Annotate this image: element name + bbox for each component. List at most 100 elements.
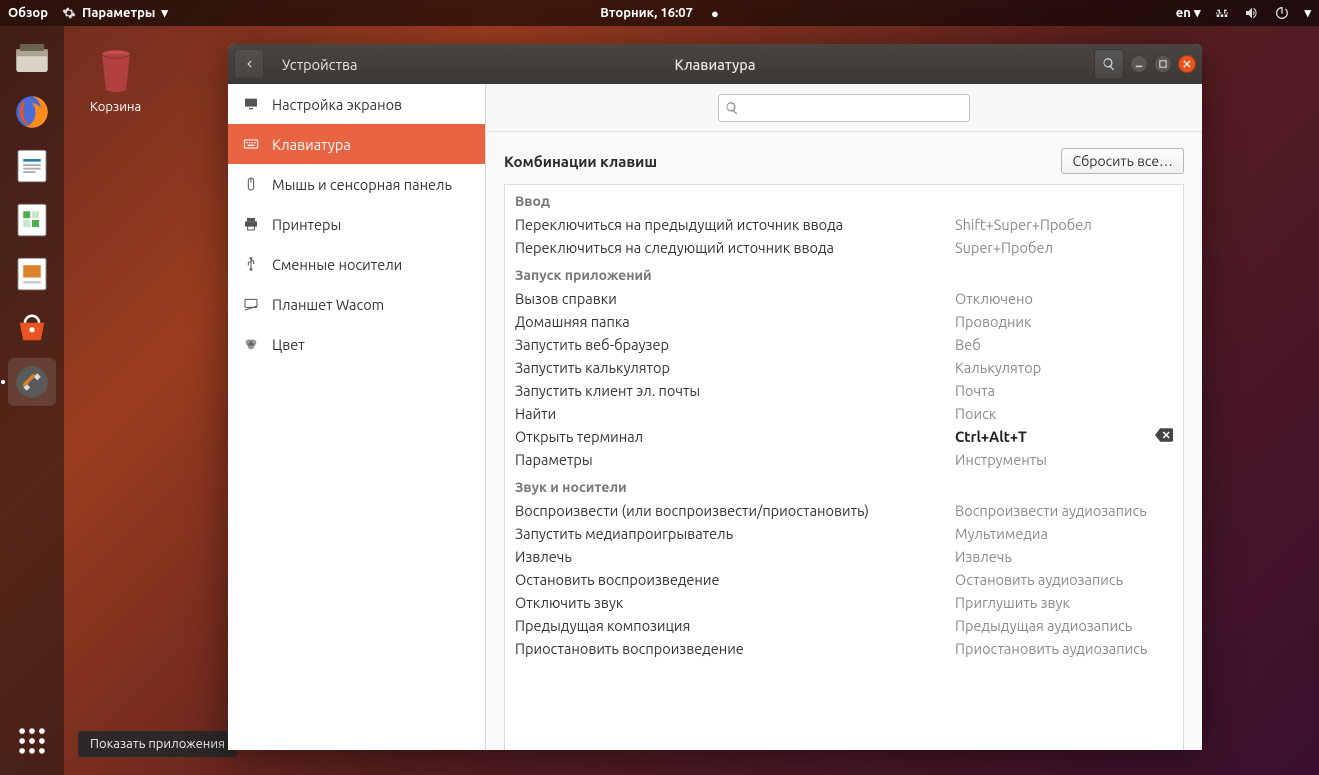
display-icon (242, 95, 260, 113)
shortcut-value: Приглушить звук (955, 594, 1173, 611)
tablet-icon (242, 295, 260, 313)
activities-button[interactable]: Обзор (8, 6, 48, 20)
settings-sidebar: Настройка экранов Клавиатура Мышь и сенсор… (228, 84, 486, 750)
software-icon (11, 307, 53, 349)
dock-item-firefox[interactable] (8, 88, 56, 136)
shortcut-label: Вызов справки (515, 290, 955, 307)
dropdown-icon: ▾ (161, 6, 168, 21)
shortcut-value: Почта (955, 382, 1173, 399)
shortcut-label: Запустить калькулятор (515, 359, 955, 376)
sidebar-item-keyboard[interactable]: Клавиатура (228, 124, 485, 164)
shortcut-row[interactable]: ПараметрыИнструменты (505, 448, 1183, 471)
shortcut-label: Воспроизвести (или воспроизвести/приоста… (515, 502, 955, 519)
shortcut-label: Извлечь (515, 548, 955, 565)
shortcut-value: Отключено (955, 290, 1173, 307)
shortcut-value: Shift+Super+Пробел (955, 216, 1173, 233)
shortcut-label: Переключиться на предыдущий источник вво… (515, 216, 955, 233)
shortcut-label: Отключить звук (515, 594, 955, 611)
trash-icon (91, 40, 141, 98)
dock-item-calc[interactable] (8, 196, 56, 244)
files-icon (11, 37, 53, 79)
sidebar-item-display[interactable]: Настройка экранов (228, 84, 485, 124)
shortcut-row[interactable]: Открыть терминалCtrl+Alt+T (505, 425, 1183, 448)
shortcut-row[interactable]: Приостановить воспроизведениеПриостанови… (505, 637, 1183, 660)
sidebar-item-usb[interactable]: Сменные носители (228, 244, 485, 284)
shortcut-row[interactable]: Запустить веб-браузерВеб (505, 333, 1183, 356)
shortcut-value: Проводник (955, 313, 1173, 330)
close-button[interactable] (1178, 55, 1196, 73)
input-lang[interactable]: en ▾ (1176, 6, 1201, 21)
shortcut-row[interactable]: Предыдущая композицияПредыдущая аудиозап… (505, 614, 1183, 637)
calc-icon (11, 199, 53, 241)
trash-label: Корзина (90, 100, 141, 114)
group-header: Звук и носители (505, 471, 1183, 499)
sidebar-item-mouse[interactable]: Мышь и сенсорная панель (228, 164, 485, 204)
shortcut-value: Приостановить аудиозапись (955, 640, 1173, 657)
sidebar-item-label: Настройка экранов (272, 96, 402, 113)
dock-item-impress[interactable] (8, 250, 56, 298)
group-header: Ввод (505, 185, 1183, 213)
sidebar-item-label: Планшет Wacom (272, 296, 384, 313)
title-search-button[interactable] (1094, 49, 1124, 79)
shortcut-label: Предыдущая композиция (515, 617, 955, 634)
desktop-icon-trash[interactable]: Корзина (90, 40, 141, 114)
clock[interactable]: Вторник, 16:07 ● (600, 6, 719, 21)
shortcut-value: Предыдущая аудиозапись (955, 617, 1173, 634)
mouse-icon (242, 175, 260, 193)
usb-icon (242, 255, 260, 273)
sidebar-item-label: Клавиатура (272, 136, 351, 153)
shortcut-value: Остановить аудиозапись (955, 571, 1173, 588)
dock-item-writer[interactable] (8, 142, 56, 190)
shortcut-list[interactable]: Ввод Переключиться на предыдущий источник… (504, 184, 1184, 750)
minimize-button[interactable] (1130, 55, 1148, 73)
topbar: Обзор Параметры ▾ Вторник, 16:07 ● en ▾ … (0, 0, 1319, 26)
shortcut-label: Приостановить воспроизведение (515, 640, 955, 657)
sidebar-item-printer[interactable]: Принтеры (228, 204, 485, 244)
shortcut-row[interactable]: ИзвлечьИзвлечь (505, 545, 1183, 568)
shortcut-row[interactable]: Переключиться на следующий источник ввод… (505, 236, 1183, 259)
shortcut-value: Калькулятор (955, 359, 1173, 376)
shortcut-row[interactable]: Отключить звукПриглушить звук (505, 591, 1183, 614)
shortcut-label: Запустить клиент эл. почты (515, 382, 955, 399)
dropdown-icon: ▾ (1304, 6, 1311, 21)
shortcut-row[interactable]: НайтиПоиск (505, 402, 1183, 425)
sidebar-item-tablet[interactable]: Планшет Wacom (228, 284, 485, 324)
shortcut-row[interactable]: Запустить калькуляторКалькулятор (505, 356, 1183, 379)
maximize-button[interactable] (1154, 55, 1172, 73)
shortcut-value: Извлечь (955, 548, 1173, 565)
volume-icon[interactable] (1244, 5, 1260, 21)
sidebar-item-label: Мышь и сенсорная панель (272, 176, 452, 193)
gear-icon (62, 6, 76, 20)
shortcut-row[interactable]: Переключиться на предыдущий источник вво… (505, 213, 1183, 236)
shortcut-row[interactable]: Воспроизвести (или воспроизвести/приоста… (505, 499, 1183, 522)
sidebar-item-color[interactable]: Цвет (228, 324, 485, 364)
reset-all-button[interactable]: Сбросить все… (1061, 148, 1184, 174)
dock-item-software[interactable] (8, 304, 56, 352)
sidebar-item-label: Принтеры (272, 216, 341, 233)
shortcut-label: Переключиться на следующий источник ввод… (515, 239, 955, 256)
network-icon[interactable] (1214, 5, 1230, 21)
dock-item-settings[interactable] (8, 358, 56, 406)
settings-content: Комбинации клавиш Сбросить все… ВводПере… (486, 84, 1202, 750)
section-title: Устройства (282, 56, 358, 73)
power-icon[interactable] (1274, 5, 1290, 21)
app-menu[interactable]: Параметры ▾ (62, 6, 168, 21)
shortcut-label: Параметры (515, 451, 955, 468)
shortcut-row[interactable]: Запустить клиент эл. почтыПочта (505, 379, 1183, 402)
dock-tooltip: Показать приложения (78, 731, 237, 757)
shortcut-label: Домашняя папка (515, 313, 955, 330)
dock-item-files[interactable] (8, 34, 56, 82)
dock-item-apps[interactable] (8, 717, 56, 765)
writer-icon (11, 145, 53, 187)
back-button[interactable] (234, 49, 264, 79)
shortcut-label: Остановить воспроизведение (515, 571, 955, 588)
shortcut-value: Ctrl+Alt+T (955, 428, 1155, 445)
shortcut-row[interactable]: Запустить медиапроигрывательМультимедиа (505, 522, 1183, 545)
shortcut-row[interactable]: Вызов справкиОтключено (505, 287, 1183, 310)
titlebar: Устройства Клавиатура (228, 44, 1202, 84)
chevron-left-icon (242, 57, 256, 71)
shortcut-row[interactable]: Домашняя папкаПроводник (505, 310, 1183, 333)
shortcut-row[interactable]: Остановить воспроизведениеОстановить ауд… (505, 568, 1183, 591)
content-search[interactable] (718, 94, 970, 122)
clear-shortcut-icon[interactable] (1155, 428, 1173, 445)
